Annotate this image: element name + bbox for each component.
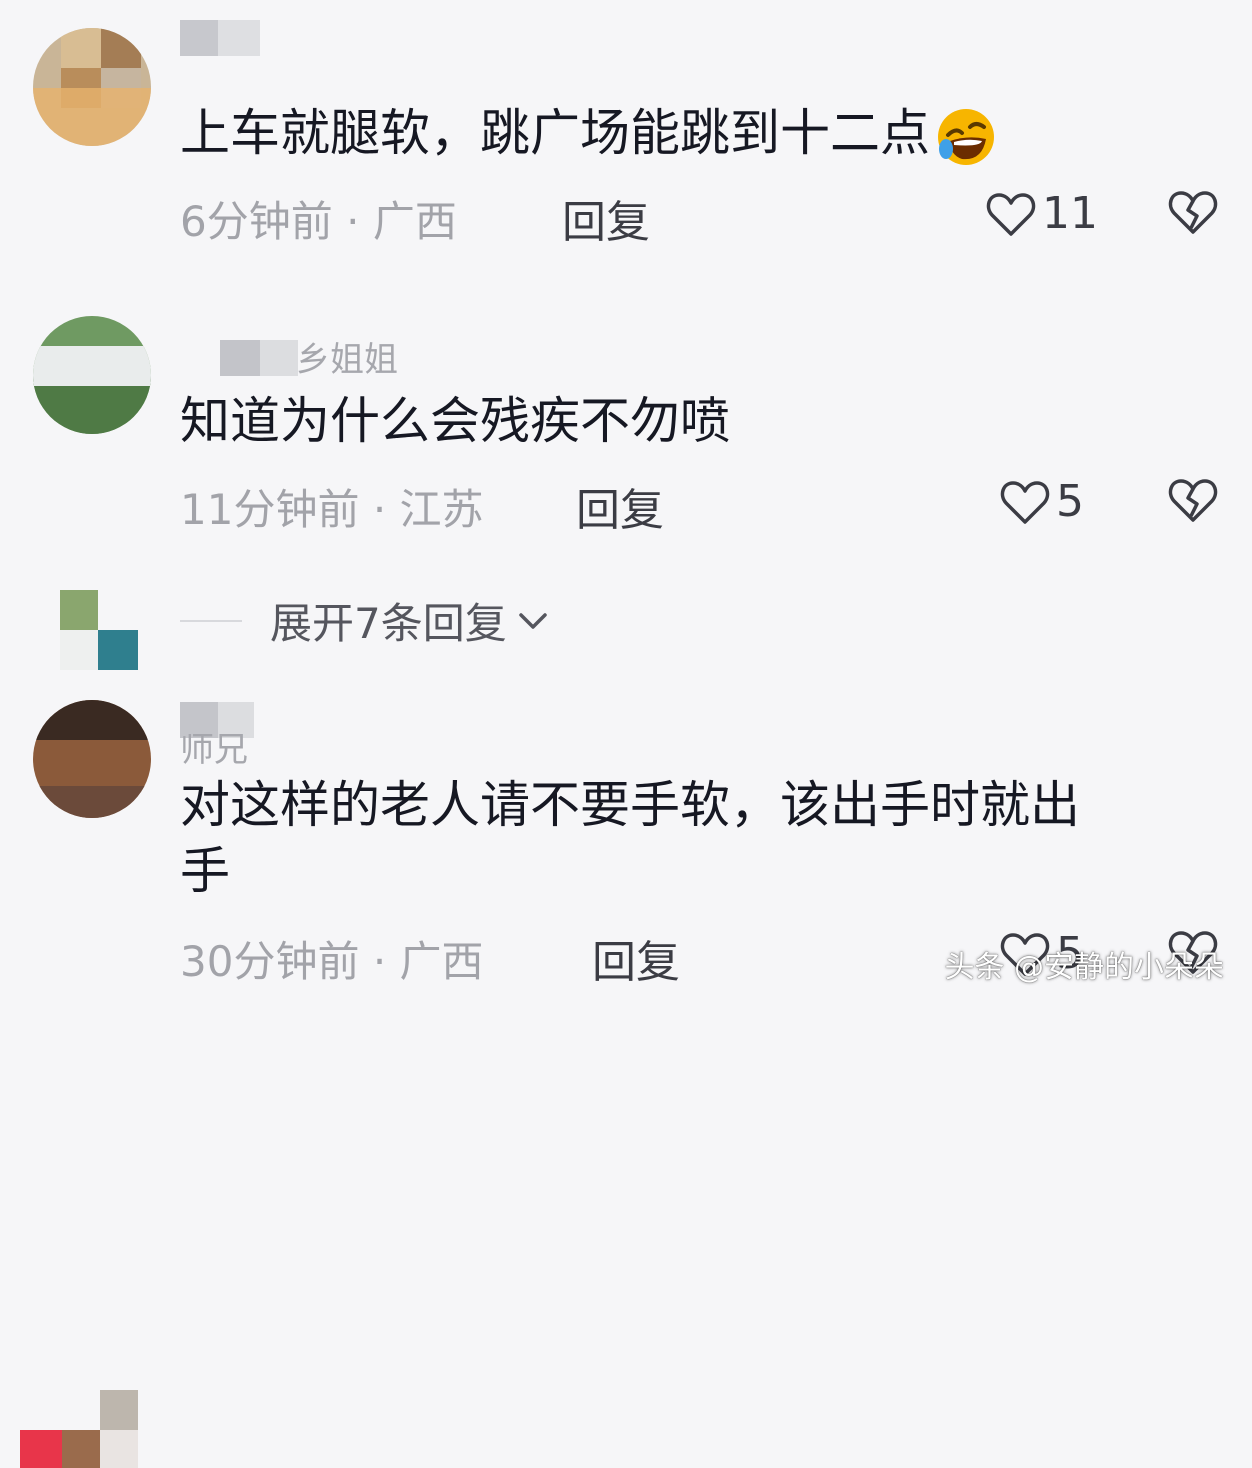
like-button[interactable]: 5 — [1000, 476, 1084, 527]
avatar-mosaic — [60, 590, 98, 630]
meta-separator: · — [372, 937, 387, 986]
broken-heart-icon[interactable] — [1168, 188, 1218, 236]
comment-location: 广西 — [399, 937, 484, 986]
avatar[interactable] — [33, 316, 151, 434]
username-blurred[interactable] — [180, 20, 260, 56]
comment-text: 知道为什么会残疾不勿喷 — [180, 392, 730, 450]
username-blurred[interactable] — [180, 702, 254, 738]
comment-text: 对这样的老人请不要手软，该出手时就出 手 — [180, 776, 1080, 900]
like-button[interactable]: 11 — [986, 188, 1098, 239]
broken-heart-icon[interactable] — [1168, 476, 1218, 524]
avatar[interactable] — [33, 700, 151, 818]
like-count: 11 — [1042, 188, 1098, 239]
comment-time: 6分钟前 — [180, 197, 333, 246]
comment-meta: 30分钟前 · 广西 — [180, 928, 484, 989]
like-count: 5 — [1056, 476, 1084, 527]
reply-button[interactable]: 回复 — [562, 186, 650, 250]
comment-location: 广西 — [372, 197, 457, 246]
watermark: 头条 @安静的小朵朵 — [944, 950, 1224, 985]
expand-replies-button[interactable]: 展开7条回复 — [180, 590, 551, 651]
comment-location: 江苏 — [399, 485, 484, 534]
username-visible-part[interactable]: 乡姐姐 — [296, 332, 398, 381]
meta-separator: · — [372, 485, 387, 534]
comment-text: 上车就腿软，跳广场能跳到十二点 — [180, 100, 998, 169]
comment-meta: 6分钟前 · 广西 — [180, 188, 457, 249]
divider — [180, 619, 242, 622]
expand-replies-label: 展开7条回复 — [270, 599, 507, 648]
heart-outline-icon — [1000, 480, 1050, 524]
heart-outline-icon — [986, 192, 1036, 236]
avatar[interactable] — [33, 28, 151, 146]
username-blurred[interactable] — [220, 340, 298, 376]
laughing-emoji-icon — [938, 108, 994, 165]
chevron-down-icon — [518, 612, 547, 629]
comment-time: 11分钟前 — [180, 485, 360, 534]
comment-item: 乡姐姐 知道为什么会残疾不勿喷 11分钟前 · 江苏 回复 5 — [0, 290, 1252, 670]
reply-button[interactable]: 回复 — [576, 474, 664, 538]
meta-separator: · — [346, 197, 360, 246]
avatar-mosaic — [61, 28, 101, 68]
reply-button[interactable]: 回复 — [592, 926, 680, 990]
comment-time: 30分钟前 — [180, 937, 360, 986]
comment-meta: 11分钟前 · 江苏 — [180, 476, 484, 537]
avatar-mosaic — [20, 1430, 62, 1468]
comment-item: 上车就腿软，跳广场能跳到十二点 6分钟前 · 广西 回复 11 — [0, 0, 1252, 260]
